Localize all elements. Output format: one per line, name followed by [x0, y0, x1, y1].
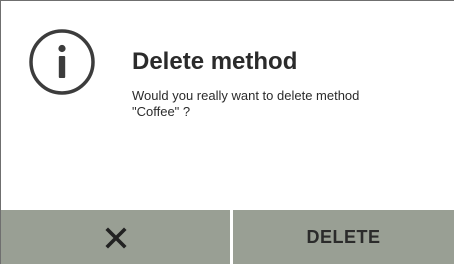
- info-icon: [29, 29, 95, 95]
- cancel-button[interactable]: [1, 210, 230, 264]
- close-icon: [104, 226, 127, 249]
- dialog-message-line: Would you really want to delete method: [132, 88, 360, 103]
- dialog-button-bar: DELETE: [1, 210, 454, 264]
- dialog-title: Delete method: [132, 48, 298, 75]
- delete-button-label: DELETE: [306, 227, 381, 247]
- delete-button[interactable]: DELETE: [233, 210, 454, 264]
- dialog-message: Would you really want to delete method "…: [132, 88, 432, 120]
- dialog-message-line: "Coffee" ?: [132, 104, 191, 119]
- delete-method-dialog: Delete method Would you really want to d…: [0, 0, 454, 264]
